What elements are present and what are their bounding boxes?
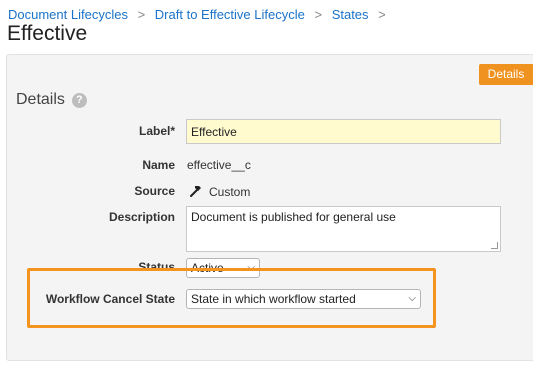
name-value: effective__c [187, 158, 251, 172]
description-value: Document is published for general use [191, 210, 396, 224]
breadcrumb-draft-to-effective-lifecycle[interactable]: Draft to Effective Lifecycle [155, 7, 305, 22]
name-field-label: Name [142, 158, 175, 172]
description-field-label: Description [108, 210, 175, 224]
page-title: Effective [7, 22, 88, 45]
resize-grip-icon[interactable] [491, 242, 498, 249]
source-field-label: Source [134, 184, 175, 198]
source-value-group: Custom [189, 184, 250, 199]
breadcrumb-separator: > [378, 7, 386, 22]
details-tab[interactable]: Details [479, 64, 533, 85]
label-field-label: Label* [138, 124, 175, 138]
hammer-icon [190, 186, 201, 197]
workflow-cancel-state-selected-value: State in which workflow started [191, 292, 356, 306]
workflow-cancel-state-select[interactable]: State in which workflow started ⌵ [186, 289, 421, 309]
workflow-cancel-state-field-label: Workflow Cancel State [45, 292, 175, 306]
section-title: Details [16, 91, 65, 108]
breadcrumb-separator: > [314, 7, 323, 22]
source-value: Custom [209, 185, 251, 199]
breadcrumb: Document Lifecycles > Draft to Effective… [8, 7, 392, 22]
section-header: Details ? [16, 91, 87, 109]
breadcrumb-document-lifecycles[interactable]: Document Lifecycles [8, 7, 128, 22]
help-icon[interactable]: ? [71, 92, 87, 108]
breadcrumb-states[interactable]: States [332, 7, 369, 22]
description-textarea[interactable]: Document is published for general use [186, 206, 501, 252]
chevron-down-icon: ⌵ [408, 293, 416, 304]
label-input[interactable] [186, 119, 501, 144]
breadcrumb-separator: > [137, 7, 146, 22]
